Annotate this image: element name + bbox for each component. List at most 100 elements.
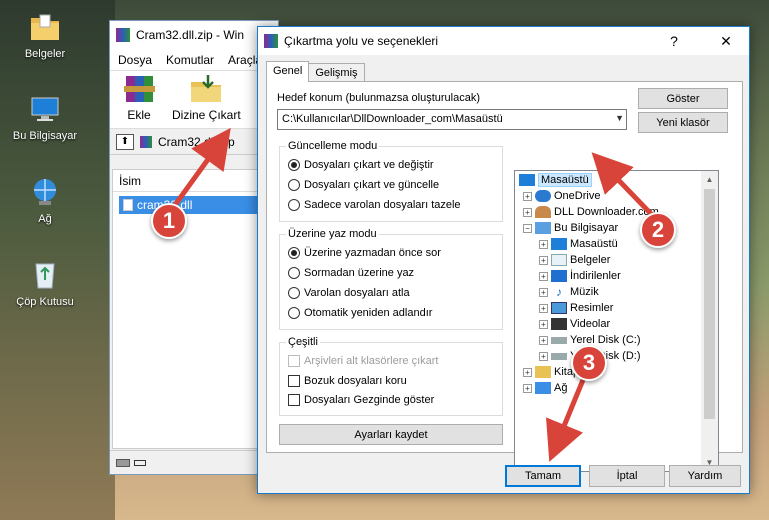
- destination-label: Hedef konum (bulunmazsa oluşturulacak): [277, 92, 480, 104]
- step-badge-3: 3: [571, 345, 607, 381]
- desktop-icon-label: Belgeler: [24, 48, 66, 60]
- checkbox-unchecked: [288, 394, 300, 406]
- radio-fresh-existing[interactable]: Sadece varolan dosyaları tazele: [288, 199, 461, 211]
- tree-item-user[interactable]: + DLL Downloader.com: [523, 206, 659, 218]
- up-folder-icon[interactable]: ⬆: [116, 133, 134, 150]
- tree-item-label: OneDrive: [554, 190, 601, 202]
- collapse-icon[interactable]: −: [523, 223, 532, 233]
- extract-to-button-label: Dizine Çıkart: [172, 108, 241, 122]
- radio-extract-replace[interactable]: Dosyaları çıkart ve değiştir: [288, 159, 434, 171]
- tree-item-videos[interactable]: + Videolar: [539, 318, 610, 330]
- expand-icon[interactable]: +: [539, 303, 548, 313]
- dialog-titlebar[interactable]: Çıkartma yolu ve seçenekleri ? ✕: [258, 27, 749, 55]
- tab-panel-general: Hedef konum (bulunmazsa oluşturulacak) C…: [266, 81, 743, 472]
- checkbox-show-in-explorer[interactable]: Dosyaları Gezginde göster: [288, 394, 434, 406]
- scroll-thumb[interactable]: [704, 189, 715, 419]
- tree-item-network[interactable]: + Ağ: [523, 382, 567, 394]
- radio-auto-rename[interactable]: Otomatik yeniden adlandır: [288, 307, 432, 319]
- show-button[interactable]: Göster: [638, 88, 728, 109]
- tree-item-music[interactable]: + ♪ Müzik: [539, 286, 599, 298]
- radio-ask-before-overwrite[interactable]: Üzerine yazmadan önce sor: [288, 247, 441, 259]
- expand-icon[interactable]: +: [523, 383, 532, 393]
- expand-icon[interactable]: +: [539, 351, 548, 361]
- tree-item-label: Videolar: [570, 318, 611, 330]
- tree-item-pc-desktop[interactable]: + Masaüstü: [539, 238, 618, 250]
- help-button[interactable]: Yardım: [669, 465, 741, 487]
- chevron-down-icon[interactable]: ▼: [615, 113, 624, 123]
- scroll-up-icon[interactable]: ▲: [701, 171, 718, 188]
- tree-item-desktop[interactable]: Masaüstü: [519, 173, 592, 187]
- new-folder-button[interactable]: Yeni klasör: [638, 112, 728, 133]
- archive-books-icon: [120, 72, 158, 106]
- desktop-icon-network[interactable]: Ağ: [5, 175, 85, 225]
- desktop-icon-documents[interactable]: Belgeler: [5, 10, 85, 60]
- option-label: Varolan dosyaları atla: [304, 287, 410, 299]
- expand-icon[interactable]: +: [539, 271, 548, 281]
- option-label: Bozuk dosyaları koru: [304, 375, 407, 387]
- expand-icon[interactable]: +: [539, 287, 548, 297]
- drive-icon: [116, 458, 130, 467]
- overwrite-mode-group: Üzerine yaz modu Üzerine yazmadan önce s…: [279, 228, 503, 330]
- add-button-label: Ekle: [127, 108, 151, 122]
- winrar-window: Cram32.dll.zip - Win Dosya Komutlar Araç…: [109, 20, 279, 475]
- winrar-toolbar: Ekle Dizine Çıkart: [110, 71, 278, 129]
- expand-icon[interactable]: +: [539, 255, 548, 265]
- desktop-icon-recycle-bin[interactable]: Çöp Kutusu: [5, 258, 85, 308]
- tree-item-pictures[interactable]: + Resimler: [539, 302, 613, 314]
- option-label: Üzerine yazmadan önce sor: [304, 247, 441, 259]
- cancel-button[interactable]: İptal: [589, 465, 665, 487]
- help-icon[interactable]: ?: [651, 27, 697, 55]
- column-header-name[interactable]: İsim: [113, 170, 277, 192]
- checkbox-keep-broken[interactable]: Bozuk dosyaları koru: [288, 375, 407, 387]
- winrar-titlebar[interactable]: Cram32.dll.zip - Win: [110, 21, 278, 49]
- archive-small-icon: [140, 135, 152, 148]
- step-badge-2: 2: [640, 212, 676, 248]
- desktop-icon-label: Bu Bilgisayar: [12, 130, 78, 142]
- option-label: Sadece varolan dosyaları tazele: [304, 199, 461, 211]
- tree-item-onedrive[interactable]: + OneDrive: [523, 190, 600, 202]
- expand-icon[interactable]: +: [539, 335, 548, 345]
- radio-selected: [288, 159, 300, 171]
- dialog-title: Çıkartma yolu ve seçenekleri: [284, 34, 439, 48]
- file-row[interactable]: cram32.dll: [119, 196, 269, 214]
- archive-path[interactable]: Cram32.dll.zip: [158, 135, 235, 149]
- computer-icon: [535, 222, 551, 234]
- menu-item-commands[interactable]: Komutlar: [166, 53, 214, 67]
- file-list: İsim cram32.dll: [112, 169, 278, 449]
- dll-file-icon: [123, 199, 133, 211]
- tab-advanced[interactable]: Gelişmiş: [308, 63, 365, 82]
- desktop-icon-this-pc[interactable]: Bu Bilgisayar: [5, 92, 85, 142]
- destination-path-combobox[interactable]: C:\Kullanıcılar\DllDownloader_com\Masaüs…: [277, 109, 627, 130]
- ok-button[interactable]: Tamam: [505, 465, 581, 487]
- expand-icon[interactable]: +: [523, 191, 532, 201]
- tree-item-label: DLL Downloader.com: [554, 206, 659, 218]
- winrar-title: Cram32.dll.zip - Win: [136, 28, 245, 42]
- step-badge-1: 1: [151, 203, 187, 239]
- desktop-icon-label: Çöp Kutusu: [16, 296, 74, 308]
- add-button[interactable]: Ekle: [120, 72, 158, 122]
- radio-unselected: [288, 179, 300, 191]
- pictures-icon: [551, 302, 567, 314]
- radio-unselected: [288, 199, 300, 211]
- checkbox-unchecked: [288, 375, 300, 387]
- tree-item-documents[interactable]: + Belgeler: [539, 254, 610, 266]
- menu-item-file[interactable]: Dosya: [118, 53, 152, 67]
- tree-item-this-pc[interactable]: − Bu Bilgisayar: [523, 222, 618, 234]
- expand-icon[interactable]: +: [523, 367, 532, 377]
- close-icon[interactable]: ✕: [703, 27, 749, 55]
- radio-skip-existing[interactable]: Varolan dosyaları atla: [288, 287, 410, 299]
- expand-icon[interactable]: +: [539, 319, 548, 329]
- tree-scrollbar[interactable]: ▲ ▼: [701, 171, 718, 471]
- tab-general[interactable]: Genel: [266, 61, 310, 82]
- save-settings-button[interactable]: Ayarları kaydet: [279, 424, 503, 445]
- winrar-menubar: Dosya Komutlar Araçla: [110, 49, 278, 71]
- extract-to-button[interactable]: Dizine Çıkart: [172, 72, 241, 122]
- tree-item-downloads[interactable]: + İndirilenler: [539, 270, 621, 282]
- extract-folder-icon: [187, 72, 225, 106]
- expand-icon[interactable]: +: [539, 239, 548, 249]
- radio-unselected: [288, 307, 300, 319]
- winrar-statusbar: [110, 450, 278, 474]
- radio-overwrite-without-prompt[interactable]: Sormadan üzerine yaz: [288, 267, 414, 279]
- radio-extract-update[interactable]: Dosyaları çıkart ve güncelle: [288, 179, 439, 191]
- expand-icon[interactable]: +: [523, 207, 532, 217]
